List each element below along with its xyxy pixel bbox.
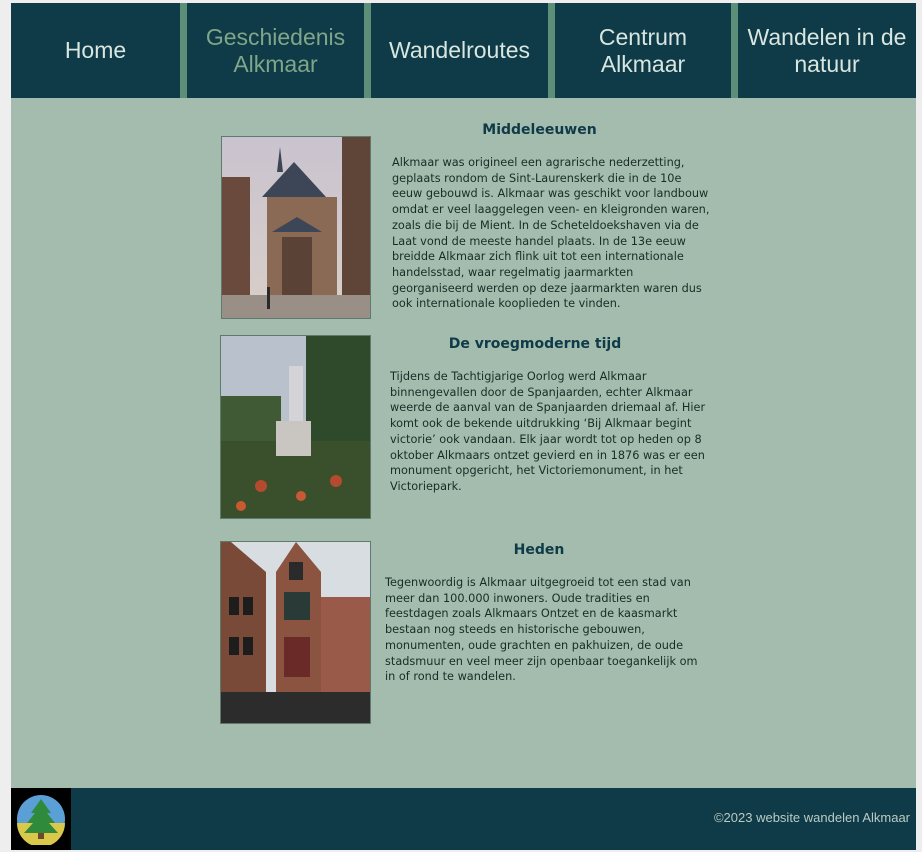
section-title-middeleeuwen: Middeleeuwen xyxy=(482,122,597,138)
canal-houses-photo xyxy=(220,541,371,724)
nav-item-geschiedenis[interactable]: Geschiedenis Alkmaar xyxy=(187,3,364,98)
section-title-heden: Heden xyxy=(513,542,565,558)
nav-item-wandelroutes[interactable]: Wandelroutes xyxy=(371,3,548,98)
copyright-text: ©2023 website wandelen Alkmaar xyxy=(713,810,910,825)
victory-monument-photo xyxy=(220,335,371,519)
section-text-middeleeuwen: Alkmaar was origineel een agrarische ned… xyxy=(392,156,710,311)
church-photo xyxy=(221,136,371,319)
section-text-vroegmoderne: Tijdens de Tachtigjarige Oorlog werd Alk… xyxy=(390,370,706,493)
tree-logo-icon xyxy=(17,795,65,845)
nav-item-home[interactable]: Home xyxy=(11,3,180,98)
section-title-vroegmoderne: De vroegmoderne tijd xyxy=(448,336,622,352)
nav-item-natuur[interactable]: Wandelen in de natuur xyxy=(738,3,916,98)
page-frame: Home Geschiedenis Alkmaar Wandelroutes C… xyxy=(11,3,916,850)
nav-item-centrum[interactable]: Centrum Alkmaar xyxy=(555,3,731,98)
footer: ©2023 website wandelen Alkmaar xyxy=(11,788,916,850)
section-text-heden: Tegenwoordig is Alkmaar uitgegroeid tot … xyxy=(385,576,698,684)
main-nav: Home Geschiedenis Alkmaar Wandelroutes C… xyxy=(11,3,916,98)
logo[interactable] xyxy=(11,788,71,850)
